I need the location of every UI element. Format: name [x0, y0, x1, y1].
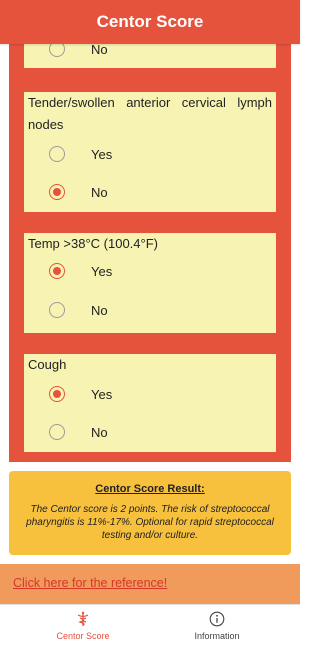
tab-label: Information	[194, 631, 240, 641]
radio-button-selected[interactable]	[49, 263, 65, 279]
radio-option-no[interactable]: No	[24, 173, 276, 211]
radio-option-no[interactable]: No	[24, 413, 276, 451]
result-box: Centor Score Result: The Centor score is…	[9, 471, 291, 555]
question-title: Tender/swollen anterior cervical lymph n…	[28, 95, 272, 132]
reference-bar: Click here for the reference!	[0, 564, 300, 604]
question-card: No	[24, 44, 276, 68]
page-title: Centor Score	[96, 12, 204, 31]
radio-option-yes[interactable]: Yes	[24, 375, 276, 413]
question-card-cough: Cough Yes No	[24, 354, 276, 452]
radio-button-selected[interactable]	[49, 184, 65, 200]
questions-panel: No Tender/swollen anterior cervical lymp…	[9, 44, 291, 462]
result-title: Centor Score Result:	[95, 483, 205, 495]
question-card-lymph-nodes: Tender/swollen anterior cervical lymph n…	[24, 92, 276, 212]
app-header: Centor Score	[0, 0, 300, 44]
radio-button[interactable]	[49, 44, 65, 57]
option-label: Yes	[91, 386, 113, 402]
option-label: No	[91, 302, 108, 318]
radio-option-yes[interactable]: Yes	[24, 135, 276, 173]
option-label: Yes	[91, 263, 113, 279]
question-title: Cough	[28, 357, 67, 372]
option-label: No	[91, 424, 108, 440]
tab-centor-score[interactable]: Centor Score	[8, 611, 158, 649]
question-scroll-area[interactable]: No Tender/swollen anterior cervical lymp…	[0, 44, 300, 462]
option-label: Yes	[91, 146, 113, 162]
radio-button[interactable]	[49, 146, 65, 162]
option-label: No	[91, 184, 108, 200]
radio-button[interactable]	[49, 302, 65, 318]
option-label: No	[91, 44, 108, 57]
radio-option-no[interactable]: No	[24, 291, 276, 329]
radio-option-yes[interactable]: Yes	[24, 252, 276, 290]
info-icon	[209, 611, 225, 627]
radio-option-no[interactable]: No	[24, 44, 276, 68]
tab-label: Centor Score	[56, 631, 110, 641]
result-text: The Centor score is 2 points. The risk o…	[26, 504, 274, 541]
tab-information[interactable]: Information	[142, 611, 292, 649]
reference-link[interactable]: Click here for the reference!	[13, 576, 167, 590]
caduceus-icon	[77, 611, 89, 626]
radio-button-selected[interactable]	[49, 386, 65, 402]
radio-button[interactable]	[49, 424, 65, 440]
bottom-tab-bar: Centor Score Information	[0, 604, 300, 650]
question-card-temperature: Temp >38°C (100.4°F) Yes No	[24, 233, 276, 333]
